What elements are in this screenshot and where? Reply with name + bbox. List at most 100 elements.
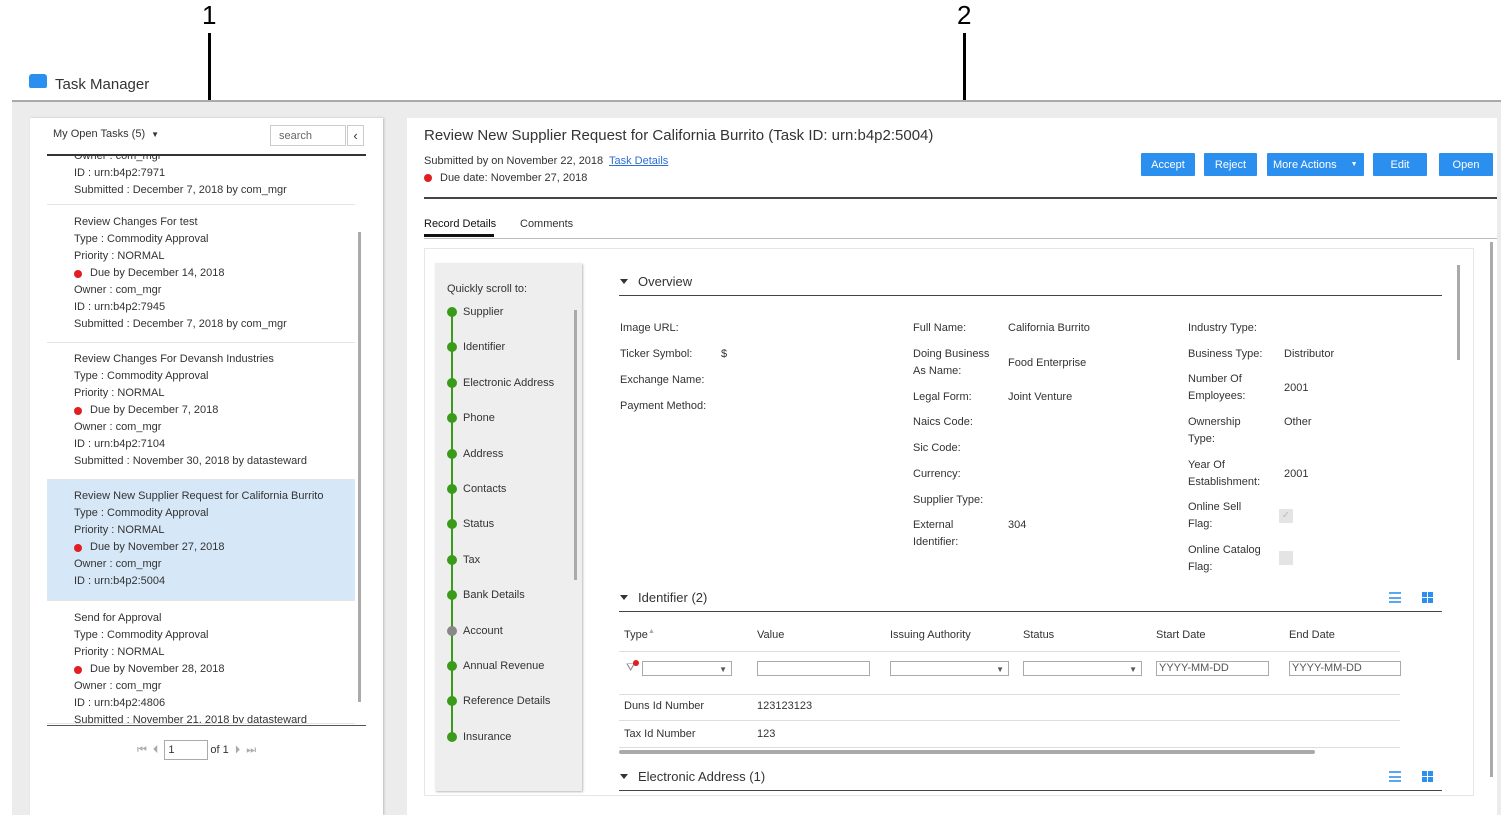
- column-header[interactable]: Start Date: [1156, 627, 1206, 644]
- value-filter-input[interactable]: [757, 661, 870, 676]
- record-scrollbar[interactable]: [1457, 265, 1460, 360]
- quick-scroll-item[interactable]: Phone: [447, 412, 495, 424]
- issuing-authority-filter-select[interactable]: ▼: [890, 661, 1009, 676]
- task-due-text: Due by November 27, 2018: [90, 541, 225, 553]
- quick-scroll-item[interactable]: Electronic Address: [447, 377, 554, 389]
- prev-page-icon[interactable]: ⏴: [153, 744, 159, 757]
- quick-scroll-item[interactable]: Identifier: [447, 341, 505, 353]
- edit-button[interactable]: Edit: [1373, 153, 1427, 176]
- header-divider: [424, 197, 1497, 199]
- section-overview-header[interactable]: Overview: [620, 274, 692, 289]
- task-list-item[interactable]: Review Changes For Devansh Industries Typ…: [47, 343, 355, 480]
- column-header[interactable]: Type: [624, 627, 648, 644]
- task-due: Due by November 27, 2018: [74, 539, 355, 556]
- quick-scroll-item[interactable]: Contacts: [447, 483, 506, 495]
- task-details-link[interactable]: Task Details: [609, 155, 668, 167]
- task-owner: Owner : com_mgr: [74, 421, 162, 433]
- section-divider: [619, 611, 1442, 612]
- quick-scroll-label: Account: [463, 624, 503, 637]
- field-label: Currency:: [913, 468, 961, 480]
- status-dot-icon: [447, 448, 457, 459]
- quick-scroll-item[interactable]: Account: [447, 625, 503, 637]
- task-title: Review Changes For test: [74, 216, 198, 228]
- column-header[interactable]: Value: [757, 627, 784, 644]
- column-header[interactable]: Issuing Authority: [890, 627, 971, 644]
- task-list-scrollbar[interactable]: [358, 232, 361, 702]
- list-view-icon[interactable]: [1389, 771, 1401, 782]
- type-filter-select[interactable]: ▼: [642, 661, 732, 676]
- reject-button[interactable]: Reject: [1204, 153, 1257, 176]
- open-button[interactable]: Open: [1439, 153, 1493, 176]
- accept-button[interactable]: Accept: [1141, 153, 1195, 176]
- status-filter-select[interactable]: ▼: [1023, 661, 1142, 676]
- section-electronic-address-header[interactable]: Electronic Address (1): [620, 769, 765, 784]
- due-indicator-icon: [74, 406, 82, 415]
- field-label: Business Type:: [1188, 348, 1263, 360]
- due-date-text: Due date: November 27, 2018: [440, 172, 588, 184]
- quick-scroll-item[interactable]: Annual Revenue: [447, 660, 544, 672]
- last-page-icon[interactable]: ⏭: [246, 744, 256, 757]
- status-dot-icon: [447, 377, 457, 388]
- table-cell: 123123123: [757, 700, 813, 712]
- end-date-filter-input[interactable]: YYYY-MM-DD: [1289, 661, 1401, 676]
- grid-view-icon[interactable]: [1422, 771, 1433, 782]
- active-tab-indicator: [424, 234, 494, 237]
- status-dot-icon: [447, 696, 457, 707]
- collapse-panel-button[interactable]: ‹: [347, 125, 364, 146]
- start-date-filter-input[interactable]: YYYY-MM-DD: [1156, 661, 1269, 676]
- tab-comments[interactable]: Comments: [520, 218, 573, 230]
- grid-view-icon[interactable]: [1422, 592, 1433, 603]
- task-priority: Priority : NORMAL: [74, 646, 165, 658]
- column-header[interactable]: End Date: [1289, 627, 1335, 644]
- online-catalog-flag-checkbox[interactable]: [1279, 551, 1293, 565]
- task-title: Send for Approval: [74, 612, 162, 624]
- status-dot-icon: [447, 625, 457, 636]
- detail-scrollbar[interactable]: [1490, 242, 1493, 777]
- field-value: Other: [1284, 416, 1312, 428]
- task-list-item[interactable]: Send for Approval Type : Commodity Approv…: [47, 602, 355, 724]
- quick-scroll-item[interactable]: Address: [447, 448, 503, 460]
- field-label: External Identifier:: [913, 519, 959, 548]
- status-dot-icon: [447, 342, 457, 353]
- next-page-icon[interactable]: ⏵: [235, 744, 241, 757]
- status-dot-icon: [447, 554, 457, 565]
- page-input[interactable]: 1: [164, 740, 209, 760]
- task-id: ID : urn:b4p2:7945: [74, 301, 166, 313]
- quick-scroll-item[interactable]: Bank Details: [447, 589, 525, 601]
- table-horizontal-scrollbar[interactable]: [619, 750, 1315, 754]
- list-view-icon[interactable]: [1389, 592, 1401, 603]
- more-actions-label: More Actions: [1273, 158, 1337, 171]
- task-filter-dropdown[interactable]: My Open Tasks (5) ▼: [53, 128, 159, 140]
- quick-scroll-item[interactable]: Reference Details: [447, 695, 550, 707]
- tab-record-details[interactable]: Record Details: [424, 218, 496, 230]
- pager: ⏮ ⏴ 1 of 1 ⏵ ⏭: [137, 740, 256, 760]
- field-label: Online Catalog Flag:: [1188, 544, 1261, 573]
- sort-ascending-icon[interactable]: ▲: [648, 628, 655, 635]
- field-label: Doing Business As Name:: [913, 348, 990, 377]
- quick-scroll-item[interactable]: Supplier: [447, 306, 503, 318]
- field-label: Online Sell Flag:: [1188, 501, 1242, 530]
- field-label: Number Of Employees:: [1188, 373, 1246, 402]
- quick-scroll-item[interactable]: Status: [447, 518, 494, 530]
- first-page-icon[interactable]: ⏮: [137, 744, 147, 757]
- section-identifier-header[interactable]: Identifier (2): [620, 590, 707, 605]
- field-value: 2001: [1284, 468, 1309, 480]
- task-list-item[interactable]: Review New Supplier Request for Californ…: [47, 480, 355, 601]
- search-input[interactable]: search: [270, 125, 346, 146]
- field-label: Ownership Type:: [1188, 416, 1241, 445]
- task-list-item[interactable]: Review Changes For test Type : Commodity …: [47, 206, 355, 343]
- quick-scroll-item[interactable]: Insurance: [447, 731, 511, 743]
- more-actions-button[interactable]: More Actions ▼: [1267, 153, 1364, 176]
- task-id: ID : urn:b4p2:7104: [74, 438, 166, 450]
- quick-scroll-label: Reference Details: [463, 695, 551, 708]
- online-sell-flag-checkbox[interactable]: ✓: [1279, 509, 1293, 523]
- field-value: California Burrito: [1008, 322, 1090, 334]
- status-dot-icon: [447, 731, 457, 742]
- pager-divider: [47, 725, 366, 726]
- inbox-tray-icon: [29, 74, 47, 88]
- column-header[interactable]: Status: [1023, 627, 1054, 644]
- nav-scrollbar[interactable]: [574, 310, 577, 580]
- quick-scroll-item[interactable]: Tax: [447, 554, 480, 566]
- quick-scroll-label: Identifier: [463, 341, 506, 354]
- task-type: Type : Commodity Approval: [74, 507, 209, 519]
